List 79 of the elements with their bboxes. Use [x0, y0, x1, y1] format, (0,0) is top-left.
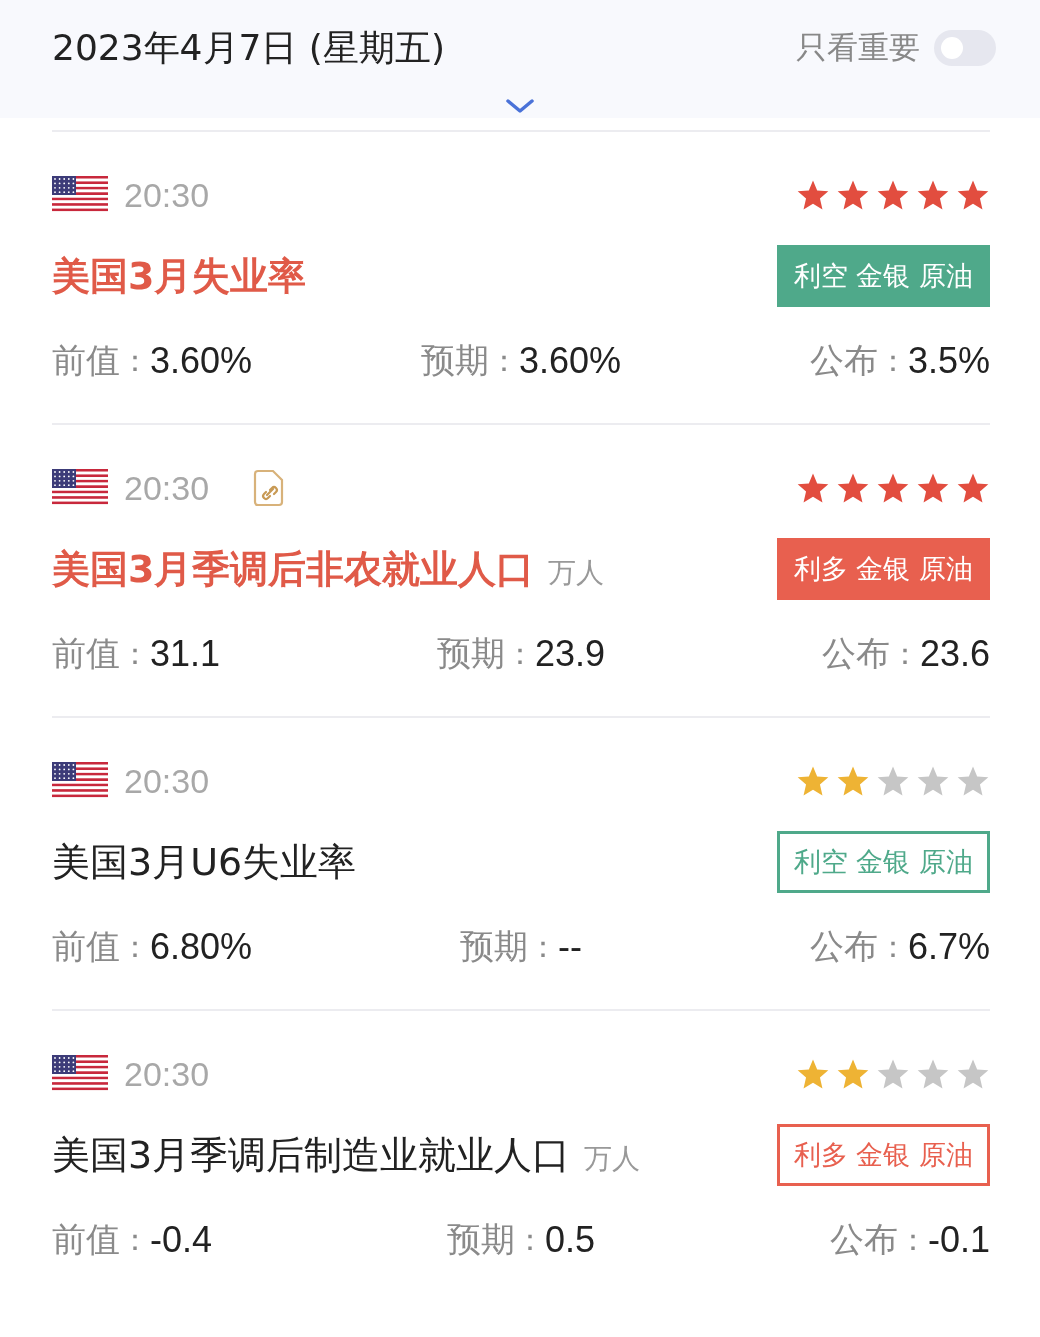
colon-separator: ：: [488, 341, 519, 380]
unit-label: 万人: [548, 554, 605, 591]
value-label: 预期: [420, 339, 489, 382]
event-time: 20:30: [124, 761, 210, 801]
us-flag-icon: [52, 469, 108, 507]
event-title: 美国3月失业率: [52, 252, 307, 300]
star-icon: [916, 1058, 950, 1090]
impact-tag: 利空 金银 原油: [776, 831, 990, 893]
value-label: 预期: [460, 925, 528, 968]
value-number: 3.5%: [907, 340, 990, 382]
event-title: 美国3月季调后制造业就业人口: [52, 1131, 571, 1179]
star-icon: [876, 179, 910, 211]
colon-separator: ：: [120, 1220, 150, 1259]
us-flag-icon: [52, 176, 108, 214]
star-icon: [836, 472, 870, 504]
chevron-down-icon[interactable]: [505, 98, 535, 114]
star-icon: [796, 1058, 830, 1090]
colon-separator: ：: [528, 927, 558, 966]
value-number: -0.1: [927, 1219, 990, 1261]
value-number: 0.5: [544, 1219, 595, 1261]
value-number: 3.60%: [150, 340, 253, 382]
star-icon: [876, 472, 910, 504]
date-title: 2023年4月7日 (星期五): [52, 25, 445, 70]
colon-separator: ：: [120, 927, 150, 966]
colon-separator: ：: [897, 1220, 928, 1259]
colon-separator: ：: [120, 341, 150, 380]
colon-separator: ：: [889, 634, 920, 673]
star-icon: [796, 472, 830, 504]
us-flag-icon: [52, 762, 108, 800]
value-label: 前值: [52, 632, 120, 675]
colon-separator: ：: [120, 634, 150, 673]
star-icon: [956, 765, 990, 797]
value-label: 公布: [829, 1218, 898, 1261]
value-number: 6.80%: [150, 926, 253, 968]
star-icon: [836, 179, 870, 211]
star-icon: [796, 765, 830, 797]
event-time: 20:30: [124, 468, 210, 508]
event-time: 20:30: [124, 175, 210, 215]
colon-separator: ：: [877, 927, 908, 966]
star-icon: [956, 472, 990, 504]
important-toggle[interactable]: [934, 30, 996, 66]
value-label: 公布: [809, 925, 878, 968]
impact-tag: 利多 金银 原油: [776, 538, 990, 600]
star-icon: [876, 1058, 910, 1090]
star-icon: [836, 765, 870, 797]
value-label: 预期: [446, 1218, 515, 1261]
value-label: 前值: [52, 339, 120, 382]
value-label: 公布: [809, 339, 878, 382]
value-label: 前值: [52, 1218, 120, 1261]
impact-tag: 利空 金银 原油: [776, 245, 990, 307]
us-flag-icon: [52, 1055, 108, 1093]
star-icon: [916, 472, 950, 504]
event-time: 20:30: [124, 1054, 210, 1094]
value-number: -0.4: [150, 1219, 213, 1261]
event-title: 美国3月季调后非农就业人口: [52, 545, 535, 593]
star-icon: [796, 179, 830, 211]
value-label: 前值: [52, 925, 120, 968]
colon-separator: ：: [514, 1220, 545, 1259]
star-icon: [956, 1058, 990, 1090]
link-document-icon[interactable]: [251, 469, 286, 507]
value-number: 23.9: [534, 633, 606, 675]
star-icon: [876, 765, 910, 797]
star-icon: [916, 765, 950, 797]
colon-separator: ：: [877, 341, 908, 380]
unit-label: 万人: [584, 1140, 641, 1177]
impact-tag: 利多 金银 原油: [776, 1124, 990, 1186]
value-number: 31.1: [150, 633, 221, 675]
colon-separator: ：: [504, 634, 535, 673]
value-number: 6.7%: [907, 926, 990, 968]
value-number: 3.60%: [518, 340, 622, 382]
star-icon: [956, 179, 990, 211]
event-title: 美国3月U6失业率: [52, 838, 357, 886]
value-label: 公布: [821, 632, 890, 675]
value-number: 23.6: [919, 633, 990, 675]
star-icon: [916, 179, 950, 211]
value-number: --: [558, 926, 582, 968]
star-icon: [836, 1058, 870, 1090]
filter-label: 只看重要: [796, 28, 920, 67]
value-label: 预期: [436, 632, 505, 675]
